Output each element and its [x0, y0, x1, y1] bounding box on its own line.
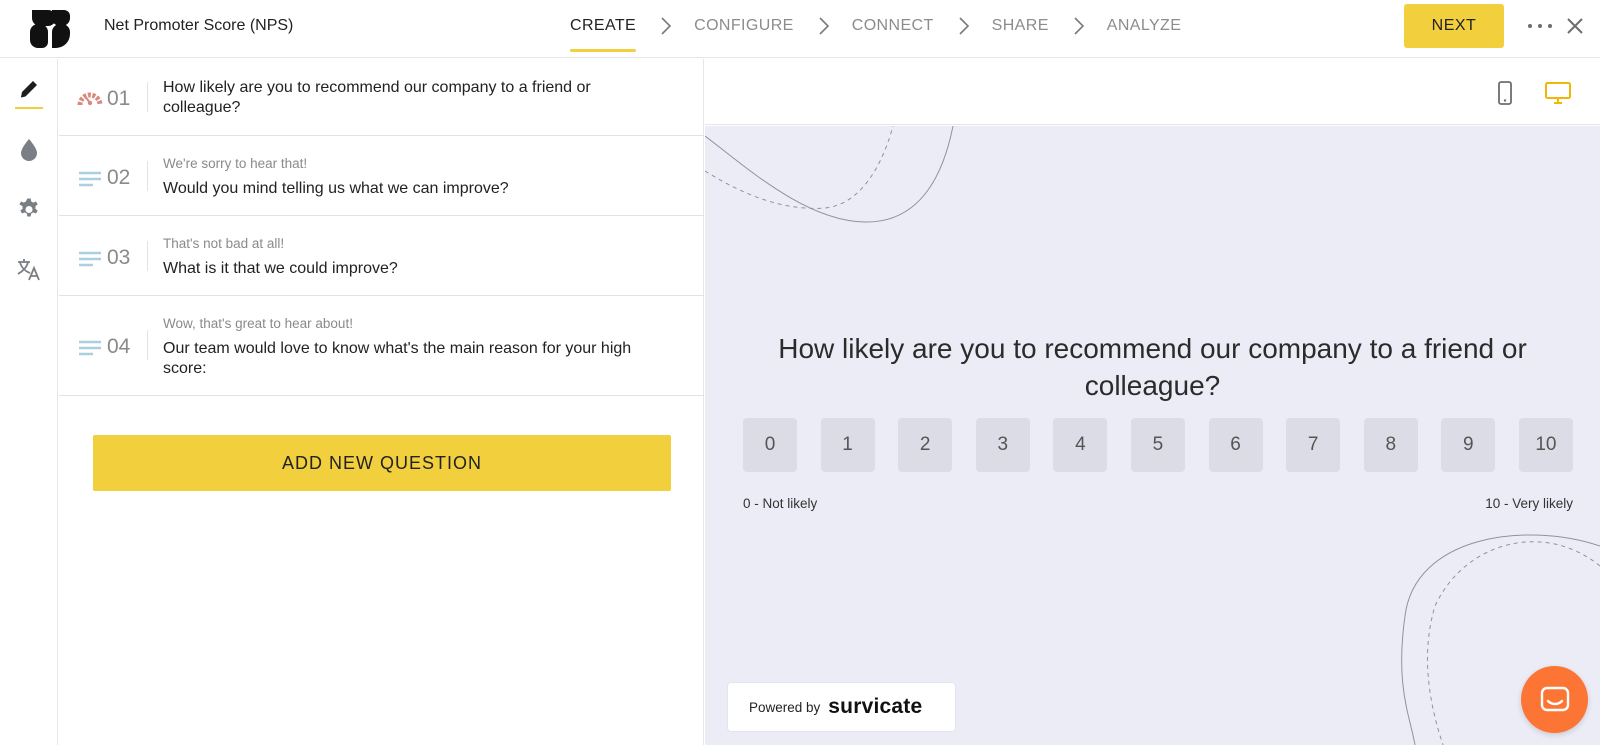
- question-subtitle: Wow, that's great to hear about!: [163, 316, 353, 331]
- question-number: 01: [107, 87, 131, 110]
- text-lines-icon: [79, 340, 101, 356]
- top-bar: Net Promoter Score (NPS) CREATE CONFIGUR…: [0, 0, 1600, 58]
- step-share[interactable]: SHARE: [992, 0, 1049, 52]
- step-analyze[interactable]: ANALYZE: [1107, 0, 1182, 52]
- divider: [147, 82, 148, 112]
- powered-by-badge[interactable]: Powered by survicate: [727, 682, 956, 732]
- question-row[interactable]: 03 That's not bad at all! What is it tha…: [59, 216, 704, 296]
- question-subtitle: That's not bad at all!: [163, 236, 285, 251]
- chat-icon: [1540, 686, 1569, 711]
- desktop-device-icon[interactable]: [1544, 81, 1572, 105]
- wizard-steps: CREATE CONFIGURE CONNECT SHARE ANALYZE: [570, 0, 1181, 52]
- close-icon[interactable]: [1565, 16, 1585, 36]
- nps-option[interactable]: 10: [1518, 418, 1573, 472]
- nps-option[interactable]: 2: [898, 418, 953, 472]
- preview-question: How likely are you to recommend our comp…: [778, 333, 1527, 401]
- chevron-right-icon: [661, 17, 672, 35]
- question-text: How likely are you to recommend our comp…: [163, 79, 591, 116]
- rail-edit-questions[interactable]: [0, 59, 58, 119]
- translate-icon: [17, 259, 40, 281]
- question-text: What is it that we could improve?: [163, 260, 398, 277]
- question-row[interactable]: 02 We're sorry to hear that! Would you m…: [59, 136, 704, 216]
- nps-scale: 0 1 2 3 4 5 6 7 8 9 10: [743, 418, 1573, 472]
- rail-design[interactable]: [0, 119, 58, 179]
- scale-label-high: 10 - Very likely: [1485, 496, 1573, 511]
- question-row[interactable]: 04 Wow, that's great to hear about! Our …: [59, 296, 704, 396]
- survey-preview: How likely are you to recommend our comp…: [705, 126, 1600, 745]
- drop-icon: [21, 139, 37, 161]
- more-options-icon[interactable]: [1528, 17, 1552, 35]
- text-lines-icon: [79, 251, 101, 267]
- question-text: Our team would love to know what's the m…: [163, 340, 632, 377]
- nps-gauge-icon: [77, 92, 103, 106]
- divider: [147, 241, 148, 271]
- brand-wordmark: survicate: [828, 695, 923, 718]
- left-toolbar: [0, 59, 58, 745]
- nps-option[interactable]: 9: [1441, 418, 1496, 472]
- step-connect[interactable]: CONNECT: [852, 0, 934, 52]
- question-subtitle: We're sorry to hear that!: [163, 156, 308, 171]
- pencil-icon: [20, 81, 37, 98]
- chevron-right-icon: [819, 17, 829, 35]
- mobile-device-icon[interactable]: [1497, 81, 1513, 105]
- text-lines-icon: [79, 171, 101, 187]
- question-number: 04: [107, 335, 131, 358]
- question-list: 01 How likely are you to recommend our c…: [59, 59, 704, 745]
- chat-launcher-button[interactable]: [1521, 666, 1588, 733]
- survicate-logo[interactable]: [28, 8, 72, 50]
- divider: [147, 161, 148, 191]
- nps-option[interactable]: 5: [1130, 418, 1185, 472]
- chevron-right-icon: [959, 17, 969, 35]
- question-number: 03: [107, 246, 131, 269]
- scale-label-low: 0 - Not likely: [743, 496, 818, 511]
- nps-option[interactable]: 3: [975, 418, 1030, 472]
- gear-icon: [19, 198, 38, 217]
- nps-option[interactable]: 4: [1053, 418, 1108, 472]
- survey-title[interactable]: Net Promoter Score (NPS): [104, 17, 293, 35]
- preview-header: [705, 59, 1600, 125]
- step-create[interactable]: CREATE: [570, 0, 637, 52]
- step-configure[interactable]: CONFIGURE: [694, 0, 794, 52]
- nps-option[interactable]: 8: [1363, 418, 1418, 472]
- divider: [147, 330, 148, 360]
- chevron-right-icon: [1074, 17, 1084, 35]
- question-row[interactable]: 01 How likely are you to recommend our c…: [59, 59, 704, 136]
- nps-option[interactable]: 1: [820, 418, 875, 472]
- add-new-question-button[interactable]: ADD NEW QUESTION: [93, 435, 671, 491]
- nps-option[interactable]: 7: [1286, 418, 1341, 472]
- rail-settings[interactable]: [0, 179, 58, 239]
- nps-option[interactable]: 6: [1208, 418, 1263, 472]
- question-text: Would you mind telling us what we can im…: [163, 180, 509, 197]
- nps-option[interactable]: 0: [743, 418, 797, 472]
- next-button[interactable]: NEXT: [1404, 4, 1504, 48]
- powered-by-text: Powered by: [749, 699, 821, 715]
- question-number: 02: [107, 166, 131, 189]
- rail-translations[interactable]: [0, 239, 58, 299]
